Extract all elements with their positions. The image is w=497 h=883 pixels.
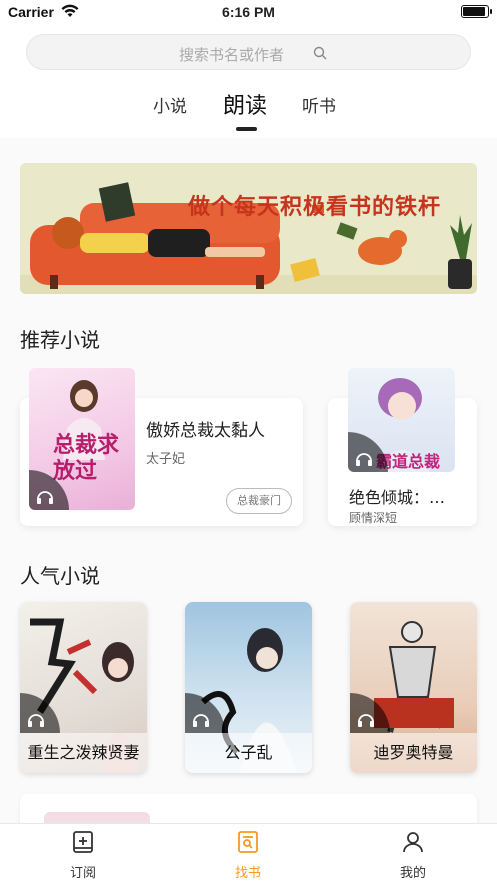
find-book-icon — [238, 831, 258, 853]
book-title: 绝色倾城：… — [349, 488, 446, 507]
headphone-icon — [358, 714, 374, 727]
next-section-card[interactable] — [20, 794, 477, 823]
bottom-tabbar: 订阅 找书 我的 — [0, 823, 497, 883]
section-title-recommended: 推荐小说 — [20, 324, 112, 355]
search-icon[interactable] — [313, 46, 327, 60]
tab-novel[interactable]: 小说 — [153, 92, 187, 117]
popular-book-card[interactable]: 重生之泼辣贤妻 — [20, 602, 147, 773]
tabbar-item-profile[interactable]: 我的 — [373, 830, 453, 881]
promo-banner[interactable]: 做个每天积极看书的铁杆 — [20, 163, 477, 294]
cover-title: 总裁求放过 — [53, 432, 120, 484]
popular-book-card[interactable]: 迪罗奥特曼 — [350, 602, 477, 773]
popular-book-card[interactable]: 公子乱 — [185, 602, 312, 773]
banner-slogan: 做个每天积极看书的铁杆 — [188, 194, 442, 220]
book-author: 顾情深短 — [349, 511, 398, 525]
category-tag[interactable]: 总裁豪门 — [226, 488, 292, 514]
tab-audiobook[interactable]: 听书 — [302, 92, 336, 117]
section-title-popular: 人气小说 — [20, 560, 112, 591]
tabbar-item-subscribe[interactable]: 订阅 — [43, 830, 123, 881]
tabbar-label: 订阅 — [69, 866, 96, 881]
book-title: 傲娇总裁太黏人 — [146, 421, 265, 441]
status-bar: Carrier 6:16 PM — [0, 0, 497, 24]
headphone-icon — [356, 453, 372, 466]
tab-read-aloud[interactable]: 朗读 — [223, 88, 267, 120]
popular-book-title: 重生之泼辣贤妻 — [20, 733, 147, 773]
tabbar-item-find-book[interactable]: 找书 — [208, 830, 288, 881]
tabbar-label: 找书 — [234, 866, 261, 881]
popular-book-title: 迪罗奥特曼 — [350, 733, 477, 773]
status-time: 6:16 PM — [222, 4, 275, 20]
book-author: 太子妃 — [146, 452, 186, 467]
tabbar-label: 我的 — [399, 866, 426, 881]
book-cover[interactable] — [44, 812, 150, 823]
banner-illustration — [20, 163, 477, 294]
book-cover[interactable]: 总裁求放过 — [29, 368, 135, 510]
headphone-icon — [37, 491, 53, 504]
subscribe-icon — [73, 831, 93, 853]
book-cover[interactable]: 霸道总裁 — [348, 368, 455, 472]
profile-icon — [403, 832, 423, 853]
battery-icon — [461, 5, 492, 18]
popular-book-title: 公子乱 — [185, 733, 312, 773]
headphone-icon — [28, 714, 44, 727]
search-placeholder: 搜索书名或作者 — [179, 46, 285, 64]
header: 搜索书名或作者 小说 朗读 听书 — [0, 24, 497, 138]
headphone-icon — [193, 714, 209, 727]
main-content[interactable]: 做个每天积极看书的铁杆 推荐小说 傲娇总裁太黏人 太子妃 总裁豪门 总裁求放过 … — [0, 138, 497, 823]
search-input[interactable]: 搜索书名或作者 — [26, 34, 471, 70]
tab-indicator — [236, 127, 257, 131]
